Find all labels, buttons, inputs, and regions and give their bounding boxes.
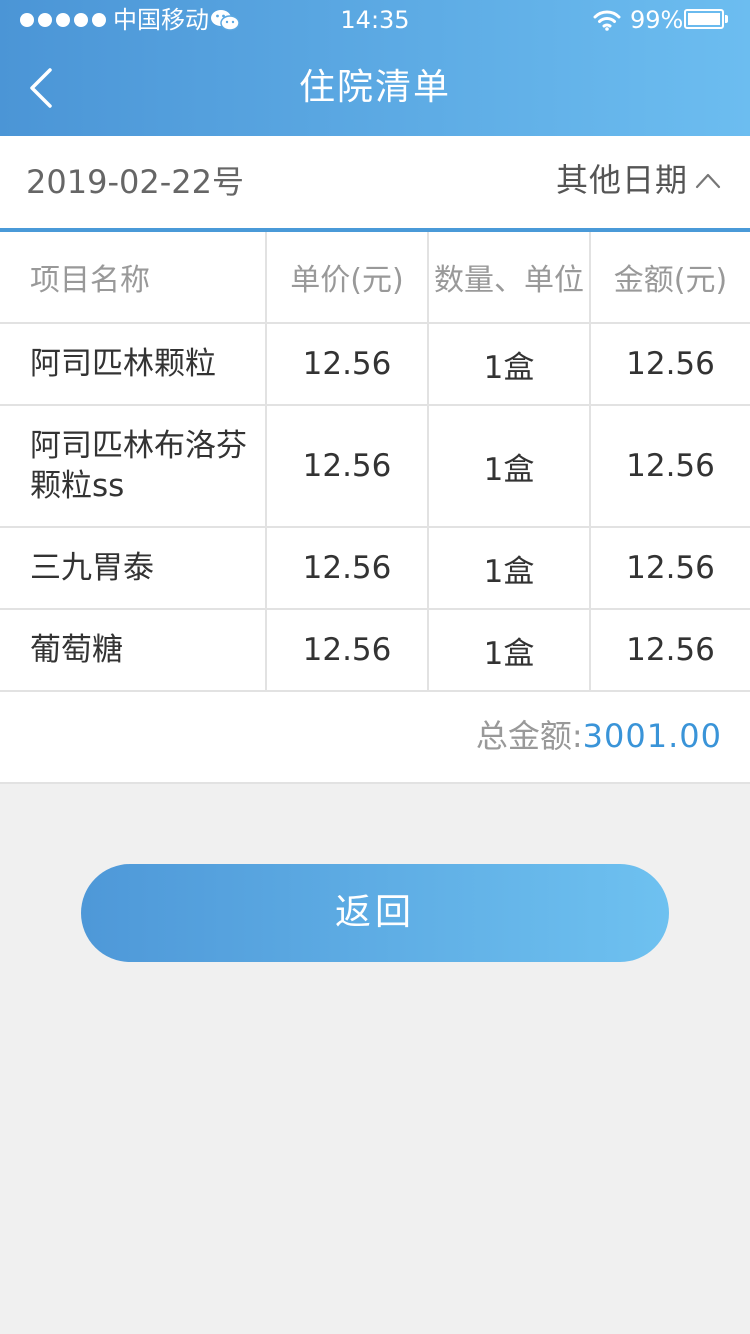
- item-price: 12.56: [266, 405, 429, 528]
- selected-date: 2019-02-22号: [26, 163, 244, 201]
- item-name: 阿司匹林颗粒: [0, 323, 267, 406]
- item-amount: 12.56: [590, 405, 750, 528]
- item-name: 葡萄糖: [0, 609, 267, 692]
- page-title: 住院清单: [298, 67, 451, 108]
- header-amount: 金额(元): [590, 232, 750, 324]
- total-label: 总金额:: [475, 717, 583, 755]
- item-quantity: 1盒: [428, 609, 591, 692]
- table-header-row: 项目名称 单价(元) 数量、单位 金额(元): [0, 232, 750, 324]
- table-row: 葡萄糖 12.56 1盒 12.56: [0, 609, 750, 692]
- header-quantity-unit: 数量、单位: [428, 232, 591, 324]
- total-value: 3001.00: [582, 717, 722, 755]
- header-item-name: 项目名称: [0, 232, 267, 324]
- status-bar: 中国移动 14:35 99%: [0, 0, 750, 40]
- item-amount: 12.56: [590, 609, 750, 692]
- item-quantity: 1盒: [428, 527, 591, 610]
- total-amount: 总金额:3001.00: [476, 714, 722, 758]
- item-amount: 12.56: [590, 323, 750, 406]
- header-unit-price: 单价(元): [266, 232, 429, 324]
- chevron-up-icon[interactable]: [694, 170, 722, 190]
- bill-table: 项目名称 单价(元) 数量、单位 金额(元) 阿司匹林颗粒 12.56 1盒 1…: [0, 232, 750, 692]
- battery-percentage: 99%: [630, 6, 684, 34]
- back-button[interactable]: 返回: [81, 864, 669, 962]
- date-bar: 2019-02-22号 其他日期: [0, 136, 750, 232]
- total-bar: 总金额:3001.00: [0, 692, 750, 784]
- battery-level: [688, 13, 720, 25]
- item-name: 阿司匹林布洛芬颗粒ss: [0, 405, 267, 528]
- item-price: 12.56: [266, 609, 429, 692]
- table-row: 三九胃泰 12.56 1盒 12.56: [0, 527, 750, 610]
- app-header: 中国移动 14:35 99% 住院清单: [0, 0, 750, 136]
- item-name: 三九胃泰: [0, 527, 267, 610]
- item-price: 12.56: [266, 323, 429, 406]
- item-amount: 12.56: [590, 527, 750, 610]
- battery-icon: [684, 9, 724, 29]
- table-row: 阿司匹林布洛芬颗粒ss 12.56 1盒 12.56: [0, 405, 750, 528]
- item-quantity: 1盒: [428, 323, 591, 406]
- item-price: 12.56: [266, 527, 429, 610]
- battery-tip: [725, 15, 728, 23]
- item-quantity: 1盒: [428, 405, 591, 528]
- other-dates-button[interactable]: 其他日期: [556, 158, 688, 202]
- wifi-icon: [593, 10, 621, 31]
- table-row: 阿司匹林颗粒 12.56 1盒 12.56: [0, 323, 750, 406]
